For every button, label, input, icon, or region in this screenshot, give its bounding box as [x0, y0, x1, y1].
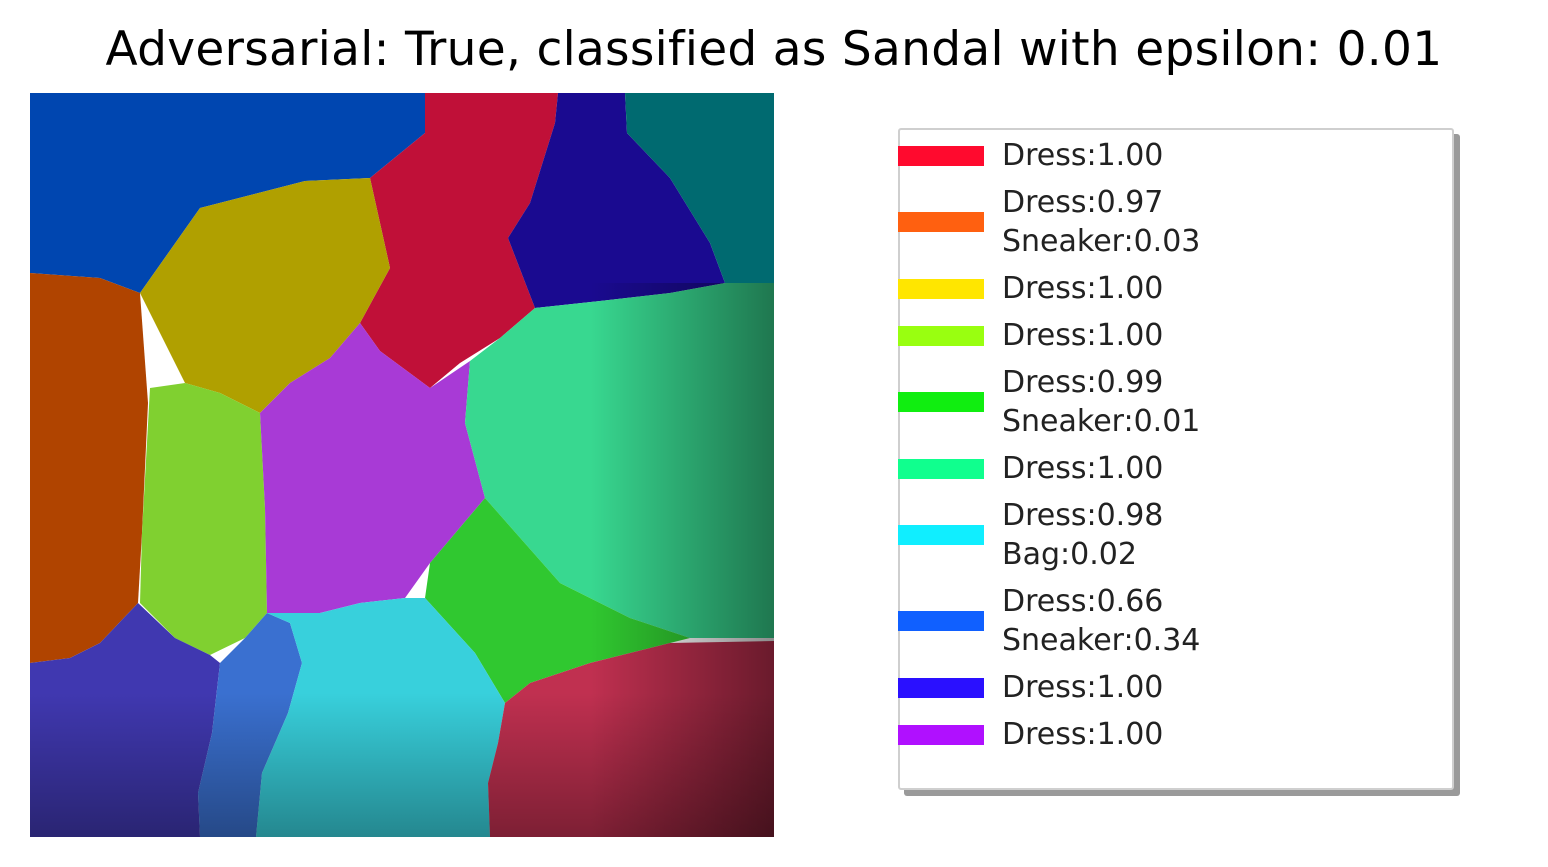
legend-label: Dress:1.00	[1002, 271, 1164, 306]
legend-swatch	[898, 458, 984, 479]
legend-swatch	[898, 392, 984, 412]
legend-swatch	[898, 325, 984, 346]
legend-entry: Dress:0.97 Sneaker:0.03	[898, 183, 1440, 261]
legend-entry: Dress:1.00	[898, 449, 1440, 488]
legend-entry: Dress:0.99 Sneaker:0.01	[898, 363, 1440, 441]
shading-overlay-bottom	[30, 693, 774, 837]
legend-entry: Dress:1.00	[898, 715, 1440, 754]
legend-entry: Dress:1.00	[898, 668, 1440, 707]
legend: Dress:1.00 Dress:0.97 Sneaker:0.03 Dress:1.…	[898, 128, 1454, 790]
legend-swatch	[898, 278, 984, 299]
legend-label: Dress:1.00	[1002, 451, 1164, 486]
legend-entry: Dress:1.00	[898, 136, 1440, 175]
legend-entry: Dress:1.00	[898, 316, 1440, 355]
legend-label: Dress:1.00	[1002, 670, 1164, 705]
legend-label: Sneaker:0.03	[1002, 224, 1201, 259]
figure-title: Adversarial: True, classified as Sandal …	[105, 22, 1443, 77]
legend-label: Dress:1.00	[1002, 138, 1164, 173]
legend-label: Sneaker:0.34	[1002, 623, 1201, 658]
legend-label: Dress:0.99	[1002, 365, 1164, 400]
legend-swatch	[898, 724, 984, 745]
legend-swatch	[898, 677, 984, 698]
segment-left-green	[140, 383, 267, 655]
legend-swatch	[898, 611, 984, 631]
legend-entry: Dress:0.98 Bag:0.02	[898, 496, 1440, 574]
legend-label: Sneaker:0.01	[1002, 404, 1201, 439]
segmentation-image	[30, 93, 774, 837]
legend-label: Dress:0.98	[1002, 498, 1164, 533]
legend-entry: Dress:0.66 Sneaker:0.34	[898, 582, 1440, 660]
legend-label: Dress:0.66	[1002, 584, 1164, 619]
legend-label: Bag:0.02	[1002, 537, 1137, 572]
legend-label: Dress:0.97	[1002, 185, 1164, 220]
segment-left-orange	[30, 273, 148, 663]
legend-entry: Dress:1.00	[898, 269, 1440, 308]
legend-label: Dress:1.00	[1002, 318, 1164, 353]
legend-label: Dress:1.00	[1002, 717, 1164, 752]
legend-swatch	[898, 145, 984, 166]
legend-swatch	[898, 212, 984, 232]
legend-swatch	[898, 525, 984, 545]
